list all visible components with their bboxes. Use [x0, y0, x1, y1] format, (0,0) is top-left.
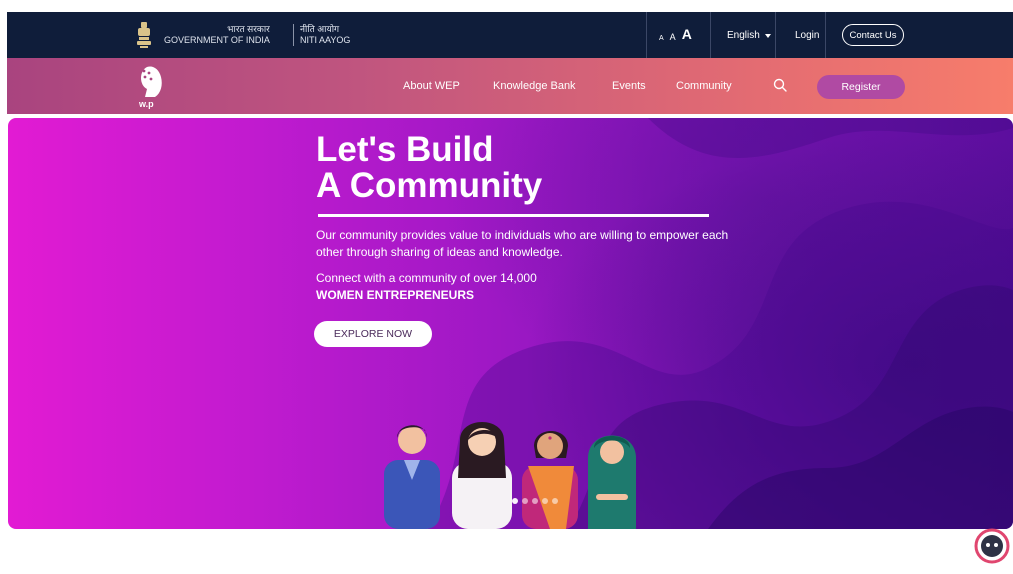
- wep-logo-text: w.p: [138, 99, 154, 109]
- login-link[interactable]: Login: [795, 30, 819, 41]
- register-button[interactable]: Register: [817, 75, 905, 99]
- language-label: English: [727, 30, 760, 41]
- contact-us-button[interactable]: Contact Us: [842, 24, 904, 46]
- nav-community[interactable]: Community: [676, 80, 732, 92]
- hero-title-line1: Let's Build: [316, 130, 494, 169]
- hero-title: Let's Build A Community: [316, 132, 542, 204]
- font-size-large-button[interactable]: A: [682, 26, 692, 42]
- women-entrepreneurs-illustration: [384, 422, 636, 529]
- nav-about-wep[interactable]: About WEP: [403, 80, 460, 92]
- slider-dot[interactable]: [542, 498, 548, 504]
- hero-connect-text: Connect with a community of over 14,000: [316, 271, 537, 285]
- hero-title-line2: A Community: [316, 166, 543, 205]
- font-size-controls: A A A: [659, 26, 692, 42]
- hero-description: Our community provides value to individu…: [316, 228, 729, 259]
- language-dropdown[interactable]: English: [727, 30, 771, 41]
- hero-connect-strong-text: WOMEN ENTREPRENEURS: [316, 288, 475, 302]
- emblem-icon: [137, 22, 151, 48]
- slider-pagination: [512, 498, 558, 504]
- main-navigation: w.p About WEP Knowledge Bank Events Comm…: [7, 58, 1013, 114]
- search-icon[interactable]: [773, 78, 787, 92]
- topbar-divider: [775, 12, 776, 58]
- topbar-divider: [710, 12, 711, 58]
- explore-now-button[interactable]: EXPLORE NOW: [314, 321, 432, 347]
- nav-events[interactable]: Events: [612, 80, 646, 92]
- wep-logo[interactable]: w.p: [135, 63, 169, 109]
- slider-dot[interactable]: [552, 498, 558, 504]
- font-size-medium-button[interactable]: A: [670, 32, 676, 42]
- slider-dot[interactable]: [512, 498, 518, 504]
- caret-down-icon: [764, 33, 771, 38]
- slider-dot[interactable]: [532, 498, 538, 504]
- niti-english-label: NITI AAYOG: [300, 35, 351, 45]
- hero-title-underline: [318, 214, 709, 217]
- niti-aayog-label: नीति आयोग NITI AAYOG: [300, 24, 350, 46]
- niti-hindi-label: नीति आयोग: [300, 24, 340, 34]
- topbar-divider: [646, 12, 647, 58]
- nav-knowledge-bank[interactable]: Knowledge Bank: [493, 80, 576, 92]
- government-bar: भारत सरकार GOVERNMENT OF INDIA नीति आयोग…: [7, 12, 1013, 58]
- hero-banner: Let's Build A Community Our community pr…: [8, 118, 1013, 529]
- font-size-small-button[interactable]: A: [659, 35, 664, 42]
- gov-hindi-label: भारत सरकार: [227, 24, 270, 34]
- topbar-divider: [825, 12, 826, 58]
- gov-separator: [293, 24, 294, 46]
- gov-of-india-label: भारत सरकार GOVERNMENT OF INDIA: [164, 24, 270, 46]
- gov-english-label: GOVERNMENT OF INDIA: [164, 35, 270, 45]
- chat-bot-icon[interactable]: [974, 528, 1010, 564]
- slider-dot[interactable]: [522, 498, 528, 504]
